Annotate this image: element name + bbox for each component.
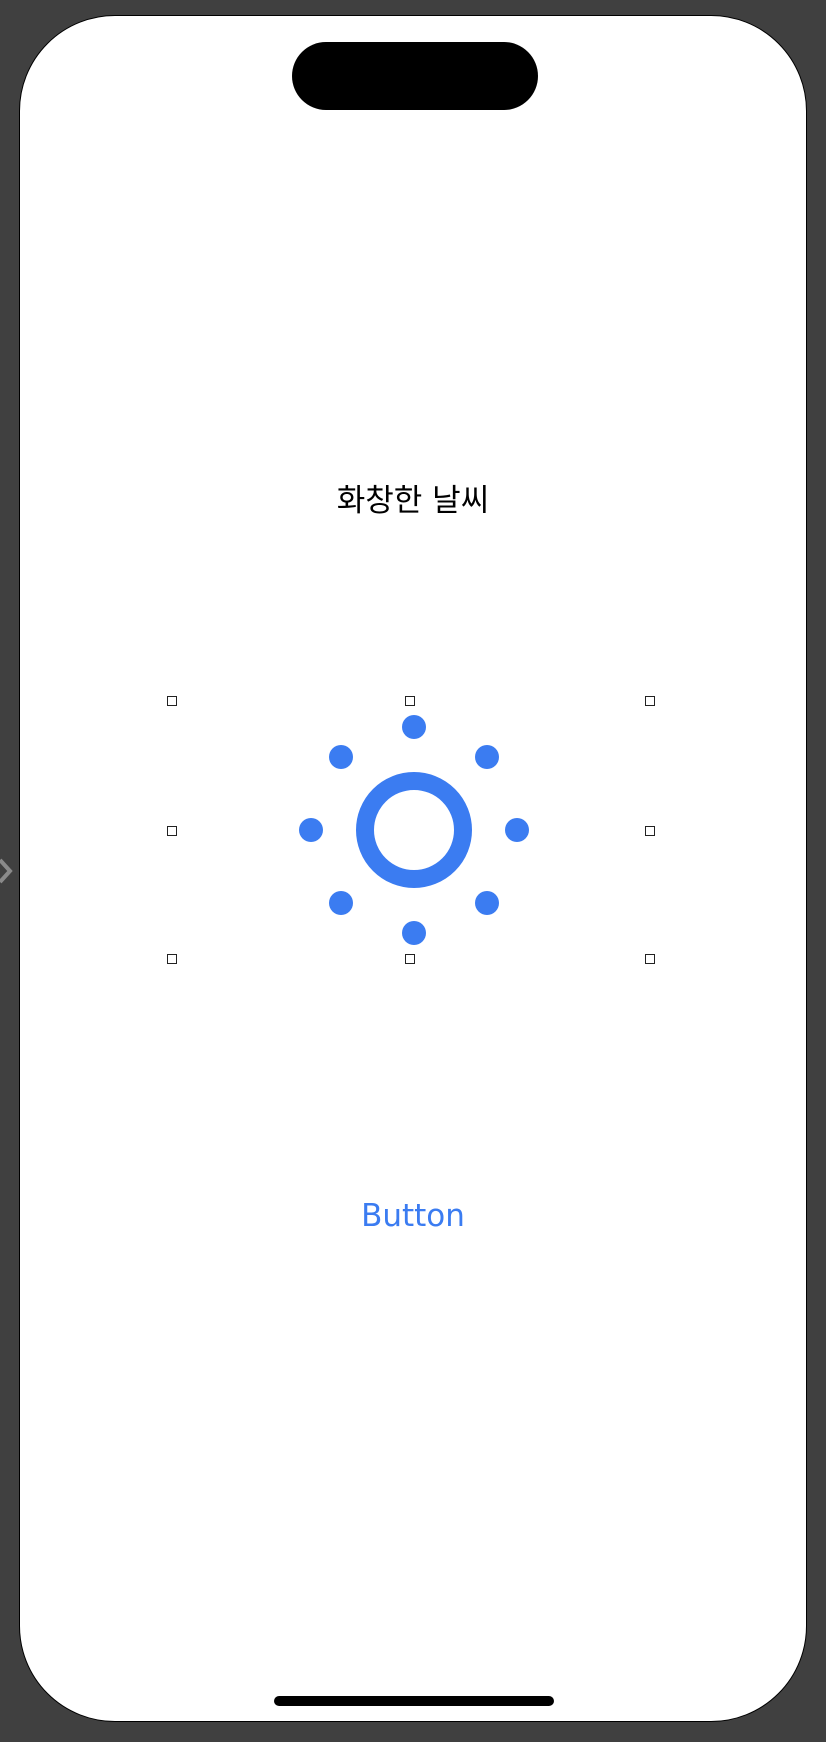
constraint-handle[interactable] bbox=[167, 954, 177, 964]
constraint-handle[interactable] bbox=[167, 696, 177, 706]
weather-title-label: 화창한 날씨 bbox=[336, 483, 490, 519]
sun-icon bbox=[299, 715, 529, 945]
home-indicator[interactable] bbox=[274, 1696, 554, 1706]
chevron-right-icon bbox=[0, 858, 13, 884]
constraint-handle[interactable] bbox=[405, 954, 415, 964]
constraint-handle[interactable] bbox=[167, 826, 177, 836]
constraint-handle[interactable] bbox=[645, 696, 655, 706]
dynamic-island bbox=[292, 42, 538, 110]
action-button[interactable]: Button bbox=[313, 1192, 513, 1240]
phone-screen: 화창한 날씨 Button bbox=[19, 15, 807, 1722]
constraint-handle[interactable] bbox=[645, 826, 655, 836]
constraint-handle[interactable] bbox=[645, 954, 655, 964]
constraint-handle[interactable] bbox=[405, 696, 415, 706]
